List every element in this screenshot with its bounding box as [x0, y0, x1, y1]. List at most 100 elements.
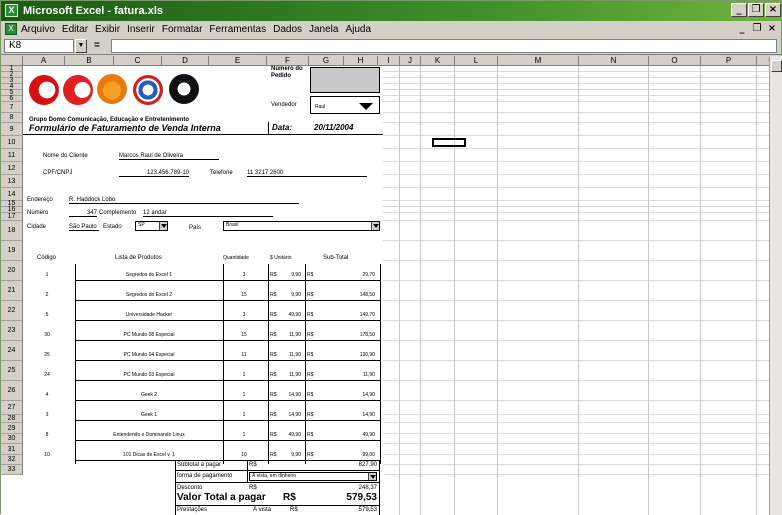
header-codigo: Código	[37, 255, 57, 261]
vertical-scrollbar[interactable]	[769, 56, 782, 515]
numero-pedido-box[interactable]	[310, 67, 380, 93]
vendedor-dropdown[interactable]: Raul	[310, 96, 380, 114]
menu-item-ajuda[interactable]: Ajuda	[345, 24, 371, 35]
doc-restore-button[interactable]: ❐	[750, 22, 764, 35]
row-header-13[interactable]: 13	[1, 175, 23, 188]
row-header-25[interactable]: 25	[1, 361, 23, 381]
row-header-23[interactable]: 23	[1, 321, 23, 341]
product-name: Geek 1	[140, 412, 158, 418]
row-header-7[interactable]: 7	[1, 102, 23, 113]
formula-input[interactable]	[111, 39, 777, 53]
excel-icon[interactable]: X	[5, 4, 18, 17]
column-header-f[interactable]: F	[267, 56, 309, 66]
row-header-19[interactable]: 19	[1, 241, 23, 261]
row-underline-qty	[223, 400, 380, 401]
sub-currency: R$	[307, 372, 314, 378]
endereco-value[interactable]: R. Haddock Lobo	[69, 197, 299, 204]
row-header-20[interactable]: 20	[1, 261, 23, 281]
column-header-p[interactable]: P	[701, 56, 757, 66]
doc-close-button[interactable]: ×	[765, 22, 779, 35]
menu-item-dados[interactable]: Dados	[273, 24, 302, 35]
column-header-o[interactable]: O	[649, 56, 701, 66]
row-header-9[interactable]: 9	[1, 123, 23, 136]
estado-dropdown-icon[interactable]	[159, 222, 167, 230]
cpf-value[interactable]: 123.456.789-10	[119, 170, 189, 177]
row-header-21[interactable]: 21	[1, 281, 23, 301]
column-header-a[interactable]: A	[23, 56, 65, 66]
row-header-26[interactable]: 26	[1, 381, 23, 401]
column-header-k[interactable]: K	[421, 56, 455, 66]
pagamento-dropdown-icon[interactable]	[368, 473, 376, 480]
column-gridline	[756, 66, 757, 515]
cliente-value[interactable]: Marcos Raul de Oliveira	[119, 153, 219, 160]
name-box[interactable]: K8	[4, 39, 74, 53]
menu-item-arquivo[interactable]: Arquivo	[21, 24, 55, 35]
totals-block: Subtotal a pagar R$ 827,90 forma de paga…	[175, 461, 380, 515]
unit-price: 14,90	[288, 392, 301, 398]
row-header-18[interactable]: 18	[1, 221, 23, 241]
sub-total: 14,90	[362, 412, 375, 418]
menu-item-formatar[interactable]: Formatar	[162, 24, 203, 35]
scroll-thumb[interactable]	[771, 60, 782, 72]
minimize-button[interactable]: _	[731, 3, 747, 17]
column-header-g[interactable]: G	[309, 56, 344, 66]
column-header-i[interactable]: I	[378, 56, 400, 66]
worksheet-grid[interactable]: ABCDEFGHIJKLMNOPQ 1234567891011121314151…	[1, 56, 769, 515]
complemento-value[interactable]: 12 andar	[143, 210, 273, 217]
row-header-33[interactable]: 33	[1, 465, 23, 475]
row-header-11[interactable]: 11	[1, 149, 23, 162]
vendedor-dropdown-icon[interactable]	[359, 103, 373, 110]
selected-cell[interactable]	[432, 138, 466, 147]
product-code: 5	[45, 312, 49, 318]
row-header-12[interactable]: 12	[1, 162, 23, 175]
menu-item-exibir[interactable]: Exibir	[95, 24, 120, 35]
cliente-label: Nome do Cliente	[43, 153, 88, 159]
column-header-q[interactable]: Q	[757, 56, 769, 66]
row-header-8[interactable]: 8	[1, 113, 23, 123]
row-header-31[interactable]: 31	[1, 444, 23, 455]
row-header-22[interactable]: 22	[1, 301, 23, 321]
pagamento-value: À vista, em dinheiro	[252, 473, 296, 479]
close-button[interactable]: ×	[765, 3, 781, 17]
menu-item-inserir[interactable]: Inserir	[127, 24, 155, 35]
restore-button[interactable]: ❐	[748, 3, 764, 17]
doc-minimize-button[interactable]: _	[735, 22, 749, 35]
column-header-n[interactable]: N	[579, 56, 649, 66]
column-header-e[interactable]: E	[209, 56, 267, 66]
formula-equals-icon[interactable]: =	[94, 40, 100, 51]
workbook-icon[interactable]: X	[5, 23, 17, 35]
row-header-28[interactable]: 28	[1, 415, 23, 423]
menu-item-editar[interactable]: Editar	[62, 24, 88, 35]
product-qty: 10	[241, 452, 247, 458]
product-name: Segredos do Excel 2	[125, 292, 173, 298]
row-header-17[interactable]: 17	[1, 213, 23, 221]
menu-item-ferramentas[interactable]: Ferramentas	[209, 24, 266, 35]
column-header-d[interactable]: D	[162, 56, 209, 66]
pais-dropdown[interactable]: Brasil	[223, 221, 380, 231]
estado-dropdown[interactable]: SP	[135, 221, 168, 231]
column-header-l[interactable]: L	[455, 56, 498, 66]
column-header-b[interactable]: B	[65, 56, 114, 66]
row-header-24[interactable]: 24	[1, 341, 23, 361]
row-header-29[interactable]: 29	[1, 423, 23, 434]
pagamento-dropdown[interactable]: À vista, em dinheiro	[249, 472, 377, 481]
column-header-m[interactable]: M	[498, 56, 579, 66]
sub-currency: R$	[307, 352, 314, 358]
row-header-27[interactable]: 27	[1, 401, 23, 415]
row-header-30[interactable]: 30	[1, 434, 23, 444]
telefone-value[interactable]: 11 3217 2600	[247, 170, 367, 177]
column-header-j[interactable]: J	[400, 56, 421, 66]
row-header-32[interactable]: 32	[1, 455, 23, 465]
menu-item-janela[interactable]: Janela	[309, 24, 338, 35]
column-header-c[interactable]: C	[114, 56, 162, 66]
numero-label: Número	[27, 210, 49, 216]
row-header-10[interactable]: 10	[1, 136, 23, 149]
numero-value[interactable]: 347	[69, 210, 97, 217]
title-underline	[23, 134, 383, 135]
column-header-h[interactable]: H	[344, 56, 378, 66]
totals-divider-2	[175, 482, 380, 483]
cidade-value[interactable]: São Paulo	[69, 224, 99, 231]
pais-dropdown-icon[interactable]	[371, 222, 379, 230]
name-box-dropdown-icon[interactable]: ▼	[75, 39, 87, 53]
cidade-label: Cidade	[27, 224, 47, 230]
